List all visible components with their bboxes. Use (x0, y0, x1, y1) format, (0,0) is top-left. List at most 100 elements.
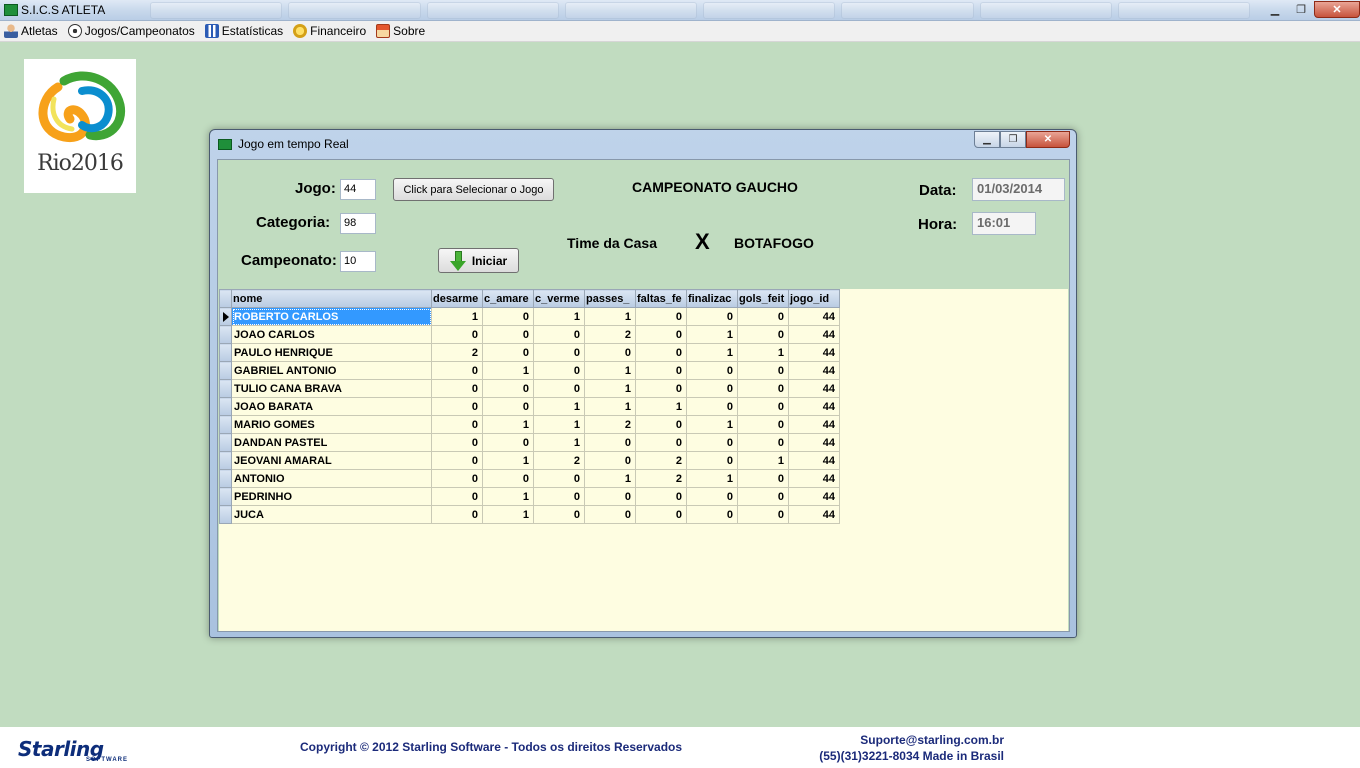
cell-desarme[interactable]: 0 (431, 451, 483, 470)
cell-faltas-fe[interactable]: 0 (635, 325, 687, 344)
row-indicator[interactable] (219, 505, 232, 524)
cell-desarme[interactable]: 0 (431, 379, 483, 398)
cell-desarme[interactable]: 0 (431, 397, 483, 416)
cell-gols-feit[interactable]: 0 (737, 325, 789, 344)
jogo-input[interactable]: 44 (340, 179, 376, 200)
cell-gols-feit[interactable]: 0 (737, 433, 789, 452)
row-indicator[interactable] (219, 379, 232, 398)
column-header-desarme[interactable]: desarme (431, 289, 483, 308)
cell-passes-[interactable]: 2 (584, 325, 636, 344)
row-indicator[interactable] (219, 397, 232, 416)
cell-player-name[interactable]: GABRIEL ANTONIO (231, 361, 432, 380)
menu-estatisticas[interactable]: Estatísticas (204, 24, 283, 38)
cell-c-verme[interactable]: 1 (533, 307, 585, 326)
minimize-button[interactable]: ▁ (1262, 1, 1288, 18)
cell-c-verme[interactable]: 0 (533, 361, 585, 380)
cell-gols-feit[interactable]: 0 (737, 307, 789, 326)
cell-c-verme[interactable]: 0 (533, 487, 585, 506)
cell-c-amare[interactable]: 1 (482, 415, 534, 434)
cell-player-name[interactable]: JOAO CARLOS (231, 325, 432, 344)
cell-c-amare[interactable]: 0 (482, 325, 534, 344)
column-header-c-verme[interactable]: c_verme (533, 289, 585, 308)
table-row[interactable]: JOAO BARATA 0 0 1 1 1 0 0 44 (219, 397, 840, 416)
dialog-minimize-button[interactable]: ▁ (974, 131, 1000, 148)
cell-jogo-id[interactable]: 44 (788, 379, 840, 398)
dialog-maximize-button[interactable]: ❐ (1000, 131, 1026, 148)
cell-faltas-fe[interactable]: 0 (635, 433, 687, 452)
cell-passes-[interactable]: 1 (584, 397, 636, 416)
row-indicator[interactable] (219, 433, 232, 452)
cell-finalizac[interactable]: 1 (686, 415, 738, 434)
column-header-c-amare[interactable]: c_amare (482, 289, 534, 308)
cell-gols-feit[interactable]: 0 (737, 487, 789, 506)
cell-gols-feit[interactable]: 0 (737, 397, 789, 416)
cell-c-amare[interactable]: 1 (482, 487, 534, 506)
cell-finalizac[interactable]: 0 (686, 505, 738, 524)
cell-desarme[interactable]: 0 (431, 487, 483, 506)
cell-passes-[interactable]: 0 (584, 505, 636, 524)
close-button[interactable]: ✕ (1314, 1, 1360, 18)
cell-desarme[interactable]: 0 (431, 469, 483, 488)
cell-c-verme[interactable]: 2 (533, 451, 585, 470)
cell-c-amare[interactable]: 1 (482, 361, 534, 380)
cell-faltas-fe[interactable]: 2 (635, 469, 687, 488)
cell-passes-[interactable]: 1 (584, 379, 636, 398)
cell-c-amare[interactable]: 0 (482, 379, 534, 398)
cell-player-name[interactable]: MARIO GOMES (231, 415, 432, 434)
cell-c-amare[interactable]: 0 (482, 469, 534, 488)
cell-finalizac[interactable]: 1 (686, 469, 738, 488)
cell-player-name[interactable]: PAULO HENRIQUE (231, 343, 432, 362)
cell-jogo-id[interactable]: 44 (788, 433, 840, 452)
cell-player-name[interactable]: JEOVANI AMARAL (231, 451, 432, 470)
column-header-finalizac[interactable]: finalizac (686, 289, 738, 308)
cell-finalizac[interactable]: 0 (686, 361, 738, 380)
categoria-input[interactable]: 98 (340, 213, 376, 234)
cell-c-amare[interactable]: 0 (482, 307, 534, 326)
cell-faltas-fe[interactable]: 1 (635, 397, 687, 416)
dialog-titlebar[interactable]: Jogo em tempo Real ▁ ❐ ✕ (210, 130, 1076, 158)
cell-jogo-id[interactable]: 44 (788, 505, 840, 524)
table-row[interactable]: PEDRINHO 0 1 0 0 0 0 0 44 (219, 487, 840, 506)
cell-finalizac[interactable]: 0 (686, 307, 738, 326)
table-row[interactable]: PAULO HENRIQUE 2 0 0 0 0 1 1 44 (219, 343, 840, 362)
cell-player-name[interactable]: TULIO CANA BRAVA (231, 379, 432, 398)
cell-passes-[interactable]: 1 (584, 361, 636, 380)
cell-player-name[interactable]: ROBERTO CARLOS (231, 307, 432, 326)
row-indicator[interactable] (219, 469, 232, 488)
cell-gols-feit[interactable]: 1 (737, 343, 789, 362)
table-row[interactable]: TULIO CANA BRAVA 0 0 0 1 0 0 0 44 (219, 379, 840, 398)
table-row[interactable]: DANDAN PASTEL 0 0 1 0 0 0 0 44 (219, 433, 840, 452)
menu-sobre[interactable]: Sobre (376, 24, 425, 38)
cell-c-amare[interactable]: 0 (482, 343, 534, 362)
data-field[interactable]: 01/03/2014 (972, 178, 1065, 201)
cell-gols-feit[interactable]: 0 (737, 361, 789, 380)
cell-faltas-fe[interactable]: 0 (635, 415, 687, 434)
cell-gols-feit[interactable]: 0 (737, 415, 789, 434)
cell-desarme[interactable]: 1 (431, 307, 483, 326)
cell-jogo-id[interactable]: 44 (788, 469, 840, 488)
cell-c-verme[interactable]: 0 (533, 325, 585, 344)
cell-faltas-fe[interactable]: 0 (635, 505, 687, 524)
cell-jogo-id[interactable]: 44 (788, 451, 840, 470)
cell-finalizac[interactable]: 0 (686, 487, 738, 506)
cell-c-amare[interactable]: 1 (482, 451, 534, 470)
table-row[interactable]: JEOVANI AMARAL 0 1 2 0 2 0 1 44 (219, 451, 840, 470)
cell-c-amare[interactable]: 1 (482, 505, 534, 524)
dialog-close-button[interactable]: ✕ (1026, 131, 1070, 148)
column-header-gols[interactable]: gols_feit (737, 289, 789, 308)
cell-jogo-id[interactable]: 44 (788, 361, 840, 380)
cell-c-verme[interactable]: 1 (533, 415, 585, 434)
cell-finalizac[interactable]: 0 (686, 379, 738, 398)
cell-faltas-fe[interactable]: 0 (635, 343, 687, 362)
cell-faltas-fe[interactable]: 2 (635, 451, 687, 470)
cell-jogo-id[interactable]: 44 (788, 487, 840, 506)
cell-desarme[interactable]: 0 (431, 361, 483, 380)
restore-button[interactable]: ❐ (1288, 1, 1314, 18)
table-row[interactable]: MARIO GOMES 0 1 1 2 0 1 0 44 (219, 415, 840, 434)
column-header-passes[interactable]: passes_ (584, 289, 636, 308)
table-row[interactable]: ANTONIO 0 0 0 1 2 1 0 44 (219, 469, 840, 488)
cell-gols-feit[interactable]: 0 (737, 505, 789, 524)
column-header-nome[interactable]: nome (231, 289, 432, 308)
cell-desarme[interactable]: 0 (431, 415, 483, 434)
row-indicator[interactable] (219, 343, 232, 362)
